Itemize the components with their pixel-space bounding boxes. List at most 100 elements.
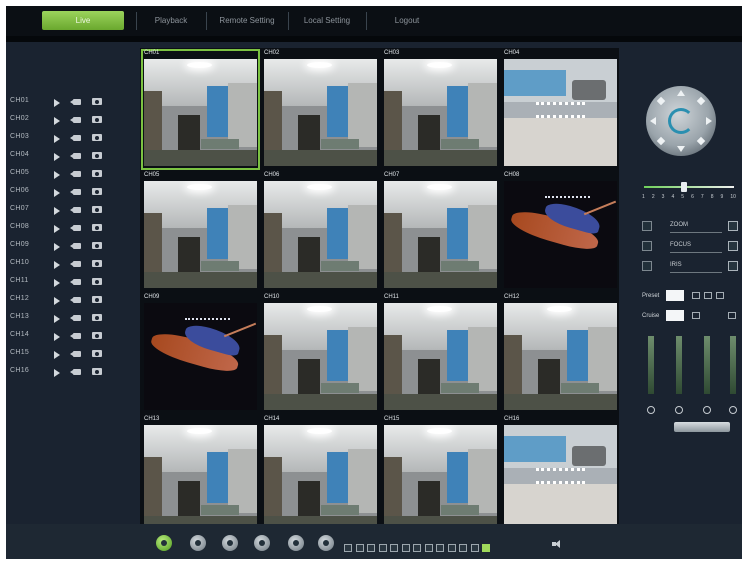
record-all-icon[interactable] [190,535,206,551]
record-icon[interactable] [70,369,81,375]
layout-split-button[interactable] [355,544,364,552]
ptz-speed-thumb[interactable] [681,182,688,192]
stop-all-icon[interactable] [254,535,270,551]
contrast-slider[interactable] [676,336,682,394]
layout-split-button[interactable] [344,544,352,552]
play-icon[interactable] [54,135,60,143]
ptz-toggle-icon[interactable] [318,535,334,551]
brightness-slider[interactable] [648,336,654,394]
layout-split-button[interactable] [367,544,375,552]
record-icon[interactable] [70,351,81,357]
play-icon[interactable] [54,189,60,197]
snapshot-icon[interactable] [92,260,102,267]
layout-split-button[interactable] [390,544,398,552]
ptz-up-icon[interactable] [677,90,685,96]
play-icon[interactable] [54,351,60,359]
video-cell[interactable]: CH13 [141,415,260,536]
volume-icon[interactable] [552,540,562,548]
video-cell[interactable]: CH01 [141,49,260,170]
menu-local-setting[interactable]: Local Setting [288,11,366,30]
layout-split-button[interactable] [436,544,444,552]
menu-live[interactable]: Live [42,11,124,30]
record-icon[interactable] [70,243,81,249]
cruise-start-button[interactable] [692,312,700,319]
video-cell[interactable]: CH07 [381,171,500,292]
ptz-right-icon[interactable] [706,117,712,125]
cruise-input[interactable] [666,310,684,321]
video-cell[interactable]: CH03 [381,49,500,170]
record-icon[interactable] [70,315,81,321]
play-icon[interactable] [54,225,60,233]
ptz-down-right-icon[interactable] [696,136,706,146]
video-cell[interactable]: CH06 [261,171,380,292]
record-icon[interactable] [70,135,81,141]
snapshot-icon[interactable] [92,188,102,195]
iris-open-button[interactable] [728,261,738,271]
layout-split-button[interactable] [470,544,479,552]
ptz-up-left-icon[interactable] [656,96,666,106]
focus-far-button[interactable] [728,241,738,251]
hue-slider[interactable] [730,336,736,394]
layout-split-button[interactable] [401,544,410,552]
layout-split-button[interactable] [378,544,387,552]
play-icon[interactable] [54,207,60,215]
preset-set-button[interactable] [704,292,712,299]
record-icon[interactable] [70,225,81,231]
layout-split-button[interactable] [413,544,421,552]
record-icon[interactable] [70,297,81,303]
play-icon[interactable] [54,315,60,323]
ptz-direction-wheel[interactable] [646,86,716,156]
record-icon[interactable] [70,189,81,195]
menu-playback[interactable]: Playback [136,11,206,30]
video-cell[interactable]: CH15 [381,415,500,536]
ptz-down-left-icon[interactable] [656,136,666,146]
snapshot-icon[interactable] [92,206,102,213]
snapshot-icon[interactable] [92,224,102,231]
play-icon[interactable] [54,117,60,125]
layout-split-button[interactable] [459,544,467,552]
zoom-out-button[interactable] [642,221,652,231]
record-icon[interactable] [70,99,81,105]
ptz-up-right-icon[interactable] [696,96,706,106]
cruise-stop-button[interactable] [728,312,736,319]
snapshot-icon[interactable] [92,98,102,105]
record-icon[interactable] [70,279,81,285]
play-icon[interactable] [54,333,60,341]
record-icon[interactable] [70,261,81,267]
color-default-button[interactable] [674,422,730,432]
menu-remote-setting[interactable]: Remote Setting [206,11,288,30]
ptz-down-icon[interactable] [677,146,685,152]
saturation-slider[interactable] [704,336,710,394]
preset-delete-button[interactable] [716,292,724,299]
snapshot-icon[interactable] [92,314,102,321]
capture-all-icon[interactable] [222,535,238,551]
play-icon[interactable] [54,99,60,107]
snapshot-icon[interactable] [92,242,102,249]
layout-split-button[interactable] [447,544,456,552]
preset-call-button[interactable] [692,292,700,299]
stream-switch-icon[interactable] [288,535,304,551]
record-icon[interactable] [70,171,81,177]
preset-input[interactable] [666,290,684,301]
snapshot-icon[interactable] [92,116,102,123]
layout-split-button[interactable] [482,544,490,552]
record-icon[interactable] [70,207,81,213]
snapshot-icon[interactable] [92,350,102,357]
play-icon[interactable] [54,297,60,305]
menu-logout[interactable]: Logout [366,11,448,30]
snapshot-icon[interactable] [92,368,102,375]
snapshot-icon[interactable] [92,170,102,177]
snapshot-icon[interactable] [92,152,102,159]
record-icon[interactable] [70,117,81,123]
video-cell[interactable]: CH02 [261,49,380,170]
video-cell[interactable]: CH11 [381,293,500,414]
play-icon[interactable] [54,171,60,179]
video-cell[interactable]: CH12 [501,293,620,414]
ptz-left-icon[interactable] [650,117,656,125]
video-cell[interactable]: CH05 [141,171,260,292]
snapshot-icon[interactable] [92,134,102,141]
ptz-speed-slider[interactable] [644,182,734,192]
play-icon[interactable] [54,153,60,161]
snapshot-icon[interactable] [92,296,102,303]
play-icon[interactable] [54,279,60,287]
